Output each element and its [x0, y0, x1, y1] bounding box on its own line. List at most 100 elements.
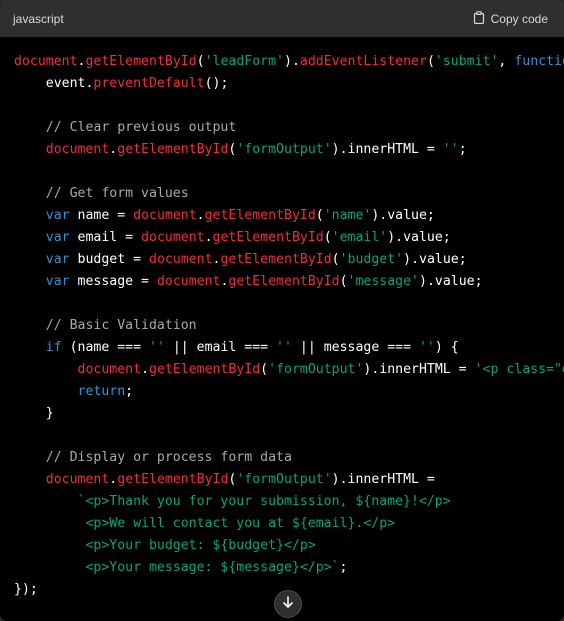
- code-line: <p>We will contact you at ${email}.</p>: [14, 513, 564, 535]
- code-token: function: [514, 54, 564, 69]
- code-token: (: [315, 208, 324, 223]
- code-token: 'message': [347, 274, 419, 289]
- code-token: ;: [339, 560, 348, 575]
- scroll-to-bottom-button[interactable]: [274, 590, 302, 618]
- code-token: getElementById: [85, 54, 197, 69]
- code-token: document: [77, 362, 142, 377]
- code-token: .: [141, 362, 150, 377]
- code-token: }: [14, 406, 54, 421]
- code-token: // Clear previous output: [14, 120, 237, 135]
- code-token: '': [442, 142, 459, 157]
- code-token: (: [260, 362, 269, 377]
- code-token: if: [45, 340, 62, 355]
- code-token: 'budget': [339, 252, 404, 267]
- code-token: budget =: [69, 252, 149, 267]
- code-token: '': [418, 340, 435, 355]
- code-line: `<p>Thank you for your submission, ${nam…: [14, 491, 564, 513]
- code-token: });: [14, 582, 38, 597]
- code-token: ();: [204, 76, 229, 91]
- code-token: var: [45, 274, 70, 289]
- code-line: document.getElementById('formOutput').in…: [14, 359, 564, 381]
- code-token: (: [339, 274, 348, 289]
- code-token: (: [323, 230, 332, 245]
- code-token: || email ===: [164, 340, 277, 355]
- code-line: // Basic Validation: [14, 315, 564, 337]
- code-line: return;: [14, 381, 564, 403]
- code-token: message =: [69, 274, 157, 289]
- code-token: // Get form values: [14, 186, 189, 201]
- code-token: ).innerHTML =: [331, 142, 443, 157]
- code-token: 'submit': [434, 54, 499, 69]
- code-content: document.getElementById('leadForm').addE…: [0, 37, 564, 601]
- code-token: ).innerHTML =: [363, 362, 475, 377]
- code-token: return: [77, 384, 126, 399]
- code-token: .: [196, 208, 205, 223]
- code-token: <p>Your budget: ${budget}</p>: [14, 538, 316, 553]
- code-token: ;: [125, 384, 134, 399]
- code-token: preventDefault: [93, 76, 205, 91]
- code-token: getElementById: [228, 274, 340, 289]
- code-token: 'formOutput': [236, 142, 332, 157]
- code-token: 'formOutput': [236, 472, 332, 487]
- code-token: getElementById: [149, 362, 261, 377]
- code-line: }: [14, 403, 564, 425]
- code-line: var email = document.getElementById('ema…: [14, 227, 564, 249]
- code-token: document: [14, 54, 78, 69]
- code-line: // Clear previous output: [14, 117, 564, 139]
- code-token: document: [141, 230, 205, 245]
- code-token: 'leadForm': [204, 54, 284, 69]
- code-token: || message ===: [291, 340, 419, 355]
- code-token: email =: [69, 230, 142, 245]
- code-token: <p>Your message: ${message}</p>`: [14, 560, 340, 575]
- code-line: // Display or process form data: [14, 447, 564, 469]
- code-token: 'name': [323, 208, 372, 223]
- code-token: document: [149, 252, 213, 267]
- code-token: document: [156, 274, 221, 289]
- code-token: '<p class="error">Please fill in all req…: [474, 362, 564, 377]
- code-token: var: [45, 208, 70, 223]
- code-token: (name ===: [61, 340, 149, 355]
- code-line: <p>Your message: ${message}</p>`;: [14, 557, 564, 579]
- code-token: ,: [498, 54, 515, 69]
- code-token: // Basic Validation: [14, 318, 197, 333]
- code-token: var: [45, 252, 70, 267]
- code-token: ).innerHTML =: [331, 472, 435, 487]
- code-token: document: [133, 208, 197, 223]
- code-token: getElementById: [117, 142, 229, 157]
- code-token: event.: [14, 76, 94, 91]
- code-line: document.getElementById('formOutput').in…: [14, 469, 564, 491]
- code-token: addEventListener: [299, 54, 427, 69]
- code-token: getElementById: [212, 230, 324, 245]
- code-token: ).value;: [419, 274, 483, 289]
- code-token: // Display or process form data: [14, 450, 292, 465]
- code-token: (: [331, 252, 340, 267]
- copy-code-button[interactable]: Copy code: [473, 10, 548, 27]
- arrow-down-icon: [281, 595, 295, 614]
- code-block-header: javascript Copy code: [0, 0, 564, 37]
- code-token: name =: [69, 208, 134, 223]
- code-line: <p>Your budget: ${budget}</p>: [14, 535, 564, 557]
- code-token: getElementById: [220, 252, 332, 267]
- code-line: var name = document.getElementById('name…: [14, 205, 564, 227]
- clipboard-icon: [473, 10, 485, 27]
- code-token: ).value;: [371, 208, 435, 223]
- code-line: if (name === '' || email === '' || messa…: [14, 337, 564, 359]
- language-label: javascript: [13, 11, 64, 26]
- code-token: ).: [284, 54, 300, 69]
- code-token: var: [45, 230, 70, 245]
- code-token: ) {: [434, 340, 459, 355]
- code-token: (: [426, 54, 435, 69]
- code-line: // Get form values: [14, 183, 564, 205]
- code-line: var message = document.getElementById('m…: [14, 271, 564, 293]
- code-line: event.preventDefault();: [14, 73, 564, 95]
